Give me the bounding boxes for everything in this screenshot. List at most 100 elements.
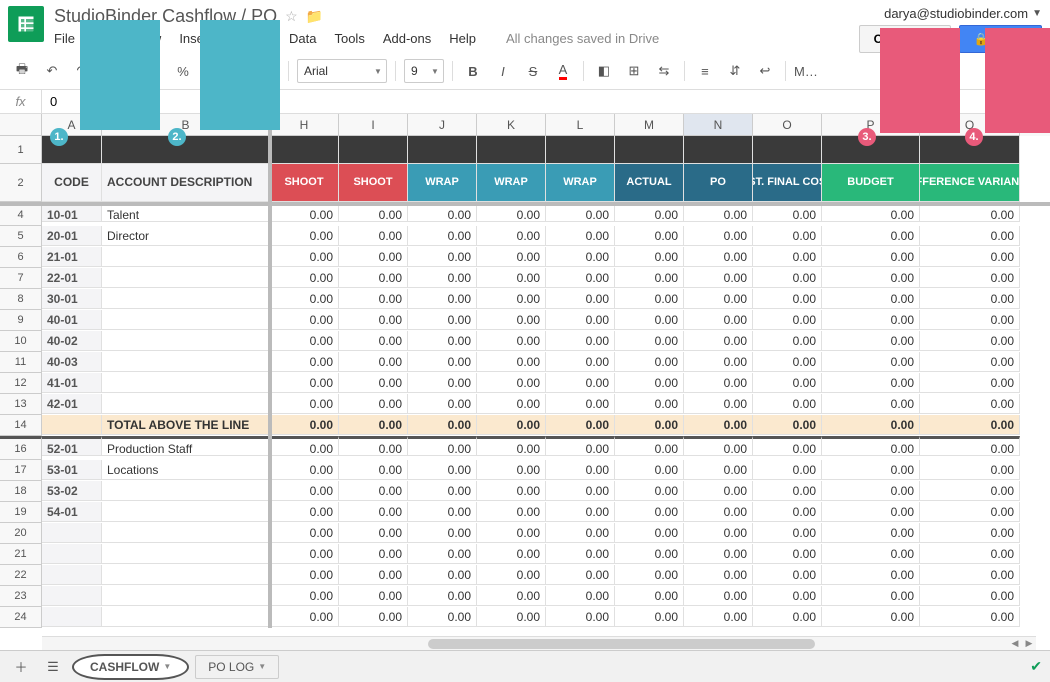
cell-value[interactable]: 0.00 — [615, 481, 684, 501]
cell-desc[interactable] — [102, 289, 270, 309]
cell-value[interactable]: 0.00 — [408, 481, 477, 501]
cell[interactable] — [546, 136, 615, 164]
col-header-B[interactable]: B — [102, 114, 270, 136]
cell-value[interactable]: 0.00 — [339, 247, 408, 267]
column-title[interactable]: SHOOT — [339, 164, 408, 202]
cell-value[interactable]: 0.00 — [270, 436, 339, 456]
cell-value[interactable]: 0.00 — [822, 460, 920, 480]
column-title[interactable]: BUDGET — [822, 164, 920, 202]
valign-icon[interactable]: ⇵ — [723, 59, 747, 83]
cell-code[interactable]: 40-03 — [42, 352, 102, 372]
cell-value[interactable]: 0.00 — [339, 331, 408, 351]
cell-value[interactable]: 0.00 — [339, 607, 408, 627]
merge-icon[interactable]: ⇆ — [652, 59, 676, 83]
strikethrough-icon[interactable]: S — [521, 59, 545, 83]
cell-value[interactable]: 0.00 — [753, 565, 822, 585]
comments-button[interactable]: Comments — [859, 25, 951, 53]
cell-value[interactable]: 0.00 — [615, 415, 684, 435]
cell[interactable] — [270, 136, 339, 164]
cell-value[interactable]: 0.00 — [270, 247, 339, 267]
scrollbar-thumb[interactable] — [428, 639, 814, 649]
cell-value[interactable]: 0.00 — [339, 310, 408, 330]
cell-desc[interactable]: Locations — [102, 460, 270, 480]
tab-caret-icon[interactable]: ▼ — [163, 662, 171, 671]
cell-value[interactable]: 0.00 — [920, 523, 1020, 543]
cell-value[interactable]: 0.00 — [753, 481, 822, 501]
cell-value[interactable]: 0.00 — [753, 289, 822, 309]
font-select[interactable]: Arial — [297, 59, 387, 83]
cell-desc[interactable] — [102, 502, 270, 522]
column-title[interactable]: WRAP — [477, 164, 546, 202]
cell-value[interactable]: 0.00 — [684, 460, 753, 480]
menu-tools[interactable]: Tools — [334, 31, 364, 46]
cell-value[interactable]: 0.00 — [477, 481, 546, 501]
cell-value[interactable]: 0.00 — [408, 226, 477, 246]
cell-value[interactable]: 0.00 — [822, 415, 920, 435]
cell-value[interactable]: 0.00 — [408, 586, 477, 606]
cell-value[interactable]: 0.00 — [477, 289, 546, 309]
cell-desc[interactable] — [102, 586, 270, 606]
cell-code[interactable] — [42, 415, 102, 435]
cell-value[interactable]: 0.00 — [684, 394, 753, 414]
cell-value[interactable]: 0.00 — [408, 247, 477, 267]
cell-value[interactable]: 0.00 — [339, 268, 408, 288]
cell-value[interactable]: 0.00 — [753, 607, 822, 627]
menu-file[interactable]: File — [54, 31, 75, 46]
cell-value[interactable]: 0.00 — [822, 331, 920, 351]
cell-value[interactable]: 0.00 — [753, 331, 822, 351]
sheets-logo[interactable] — [8, 6, 44, 42]
cell-value[interactable]: 0.00 — [684, 226, 753, 246]
cell-value[interactable]: 0.00 — [753, 460, 822, 480]
column-title[interactable]: WRAP — [408, 164, 477, 202]
menu-insert[interactable]: Insert — [179, 31, 212, 46]
fill-color-icon[interactable]: ◧ — [592, 59, 616, 83]
horizontal-scrollbar[interactable]: ◀ ▶ — [42, 636, 1036, 650]
cell[interactable] — [477, 136, 546, 164]
cell-value[interactable]: 0.00 — [822, 565, 920, 585]
cell-value[interactable]: 0.00 — [408, 502, 477, 522]
cell-value[interactable]: 0.00 — [546, 436, 615, 456]
cell-value[interactable]: 0.00 — [753, 310, 822, 330]
cell-value[interactable]: 0.00 — [408, 415, 477, 435]
cell-value[interactable]: 0.00 — [615, 268, 684, 288]
row-header[interactable]: 10 — [0, 331, 42, 352]
user-email[interactable]: darya@studiobinder.com — [884, 6, 1028, 21]
cell-value[interactable]: 0.00 — [339, 289, 408, 309]
cell-value[interactable]: 0.00 — [615, 436, 684, 456]
cell-header-desc[interactable]: ACCOUNT DESCRIPTION — [102, 164, 270, 202]
col-header-J[interactable]: J — [408, 114, 477, 136]
cell-value[interactable]: 0.00 — [753, 268, 822, 288]
cell-value[interactable]: 0.00 — [339, 460, 408, 480]
row-header[interactable]: 12 — [0, 373, 42, 394]
cell-header-code[interactable]: CODE — [42, 164, 102, 202]
cell-value[interactable]: 0.00 — [615, 565, 684, 585]
cell-value[interactable]: 0.00 — [822, 481, 920, 501]
cell-code[interactable] — [42, 565, 102, 585]
cell-desc[interactable] — [102, 268, 270, 288]
cell-value[interactable]: 0.00 — [270, 586, 339, 606]
cell-value[interactable]: 0.00 — [615, 460, 684, 480]
cell-value[interactable]: 0.00 — [339, 523, 408, 543]
cell-value[interactable]: 0.00 — [270, 544, 339, 564]
cell-value[interactable]: 0.00 — [408, 460, 477, 480]
cell[interactable] — [102, 136, 270, 164]
scroll-right-icon[interactable]: ▶ — [1022, 638, 1036, 649]
cell-value[interactable]: 0.00 — [546, 460, 615, 480]
cell-value[interactable]: 0.00 — [408, 373, 477, 393]
cell-value[interactable]: 0.00 — [546, 481, 615, 501]
row-header[interactable]: 22 — [0, 565, 42, 586]
cell-value[interactable]: 0.00 — [546, 268, 615, 288]
cell-value[interactable]: 0.00 — [408, 310, 477, 330]
folder-icon[interactable]: 📁 — [306, 8, 323, 25]
sheet-tab-polog[interactable]: PO LOG ▼ — [195, 655, 279, 679]
cell-value[interactable]: 0.00 — [546, 310, 615, 330]
cell-value[interactable]: 0.00 — [477, 607, 546, 627]
cell-value[interactable]: 0.00 — [822, 268, 920, 288]
cell-desc[interactable] — [102, 352, 270, 372]
cell-value[interactable]: 0.00 — [339, 502, 408, 522]
row-header[interactable]: 11 — [0, 352, 42, 373]
cell-code[interactable]: 54-01 — [42, 502, 102, 522]
all-sheets-button[interactable]: ☰ — [40, 655, 66, 679]
cell-value[interactable]: 0.00 — [408, 607, 477, 627]
cell-value[interactable]: 0.00 — [920, 373, 1020, 393]
